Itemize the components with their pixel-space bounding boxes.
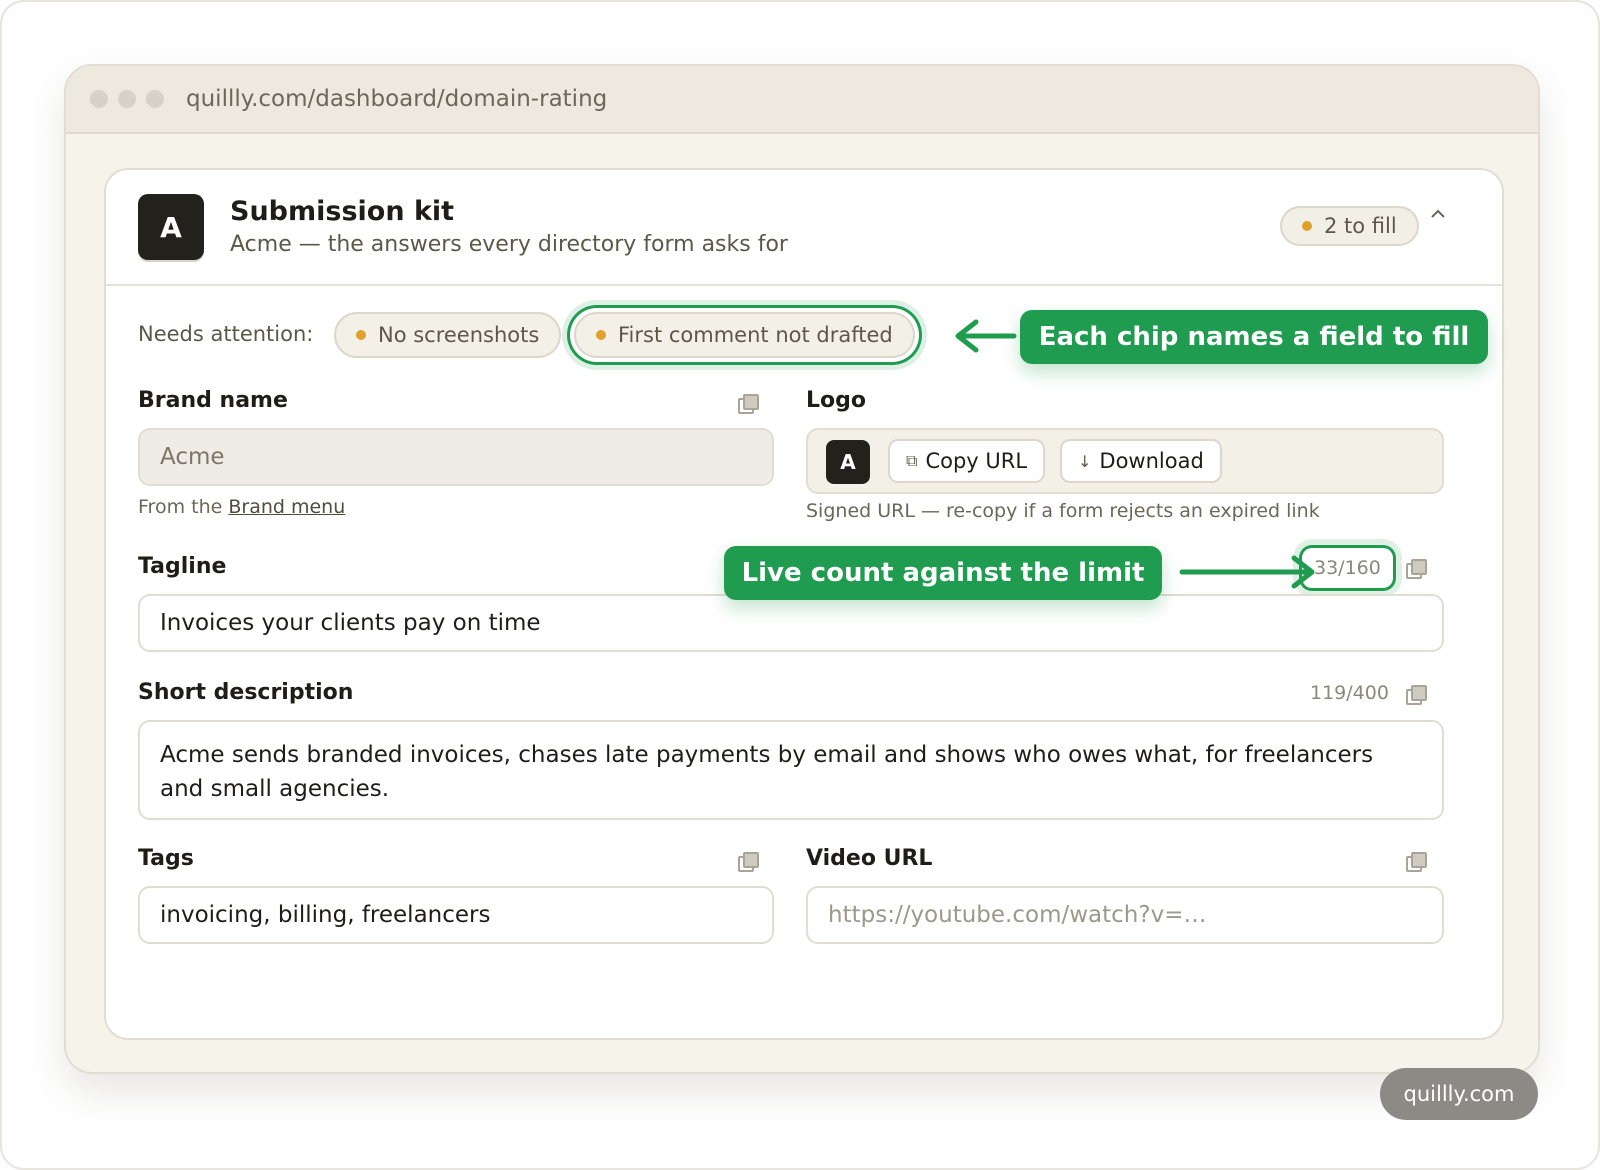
footer-brand-badge: quillly.com	[1380, 1068, 1538, 1120]
tagline-label: Tagline	[138, 554, 227, 579]
brand-name-hint: From the Brand menu	[138, 496, 345, 518]
brand-name-field[interactable]: Acme	[138, 428, 774, 486]
window-minimize-dot[interactable]	[118, 90, 136, 108]
copy-icon[interactable]	[1406, 685, 1427, 705]
attention-chip-screenshots[interactable]: No screenshots	[334, 312, 562, 358]
window-close-dot[interactable]	[90, 90, 108, 108]
copy-icon[interactable]	[738, 852, 759, 872]
tagline-field[interactable]: Invoices your clients pay on time	[138, 594, 1444, 652]
status-dot-icon	[596, 330, 606, 340]
copy-url-label: Copy URL	[925, 449, 1028, 473]
video-url-label: Video URL	[806, 846, 933, 871]
brand-avatar: A	[138, 194, 204, 260]
card-title: Submission kit	[230, 196, 455, 227]
browser-titlebar: quillly.com/dashboard/domain-rating	[66, 66, 1538, 134]
card-header[interactable]: A Submission kit Acme — the answers ever…	[106, 170, 1502, 286]
tags-label: Tags	[138, 846, 194, 871]
tagline-char-counter: 33/160	[1302, 548, 1393, 588]
chip-label: No screenshots	[378, 323, 540, 347]
logo-field: A ⧉ Copy URL ↓ Download	[806, 428, 1444, 494]
copy-icon[interactable]	[738, 394, 759, 414]
download-button[interactable]: ↓ Download	[1060, 439, 1222, 483]
chevron-up-icon[interactable]	[1430, 200, 1446, 224]
address-bar-url[interactable]: quillly.com/dashboard/domain-rating	[186, 86, 607, 112]
copy-url-button[interactable]: ⧉ Copy URL	[888, 439, 1046, 483]
download-label: Download	[1099, 449, 1204, 473]
logo-label: Logo	[806, 388, 866, 413]
short-description-char-counter: 119/400	[1310, 682, 1389, 704]
attention-chip-first-comment[interactable]: First comment not drafted	[574, 312, 915, 358]
video-url-field[interactable]: https://youtube.com/watch?v=…	[806, 886, 1444, 944]
to-fill-label: 2 to fill	[1324, 214, 1397, 238]
callout-chips: Each chip names a field to fill	[1020, 310, 1488, 364]
card-subtitle: Acme — the answers every directory form …	[230, 232, 788, 257]
brand-hint-prefix: From the	[138, 496, 229, 518]
page-frame: quillly.com/dashboard/domain-rating A Su…	[0, 0, 1600, 1170]
chip-label: First comment not drafted	[618, 323, 893, 347]
logo-hint: Signed URL — re-copy if a form rejects a…	[806, 500, 1320, 522]
download-icon: ↓	[1078, 451, 1092, 471]
needs-attention-label: Needs attention:	[138, 322, 314, 346]
short-description-label: Short description	[138, 680, 354, 705]
status-dot-icon	[356, 330, 366, 340]
status-dot-icon	[1302, 221, 1312, 231]
copy-icon[interactable]	[1406, 559, 1427, 579]
to-fill-badge: 2 to fill	[1280, 206, 1419, 246]
copy-icon: ⧉	[906, 451, 918, 470]
tags-field[interactable]: invoicing, billing, freelancers	[138, 886, 774, 944]
brand-menu-link[interactable]: Brand menu	[228, 496, 345, 518]
copy-icon[interactable]	[1406, 852, 1427, 872]
brand-name-label: Brand name	[138, 388, 288, 413]
submission-kit-card: A Submission kit Acme — the answers ever…	[104, 168, 1504, 1040]
logo-thumbnail: A	[826, 440, 870, 484]
window-zoom-dot[interactable]	[146, 90, 164, 108]
short-description-field[interactable]: Acme sends branded invoices, chases late…	[138, 720, 1444, 820]
callout-counter: Live count against the limit	[724, 546, 1162, 600]
